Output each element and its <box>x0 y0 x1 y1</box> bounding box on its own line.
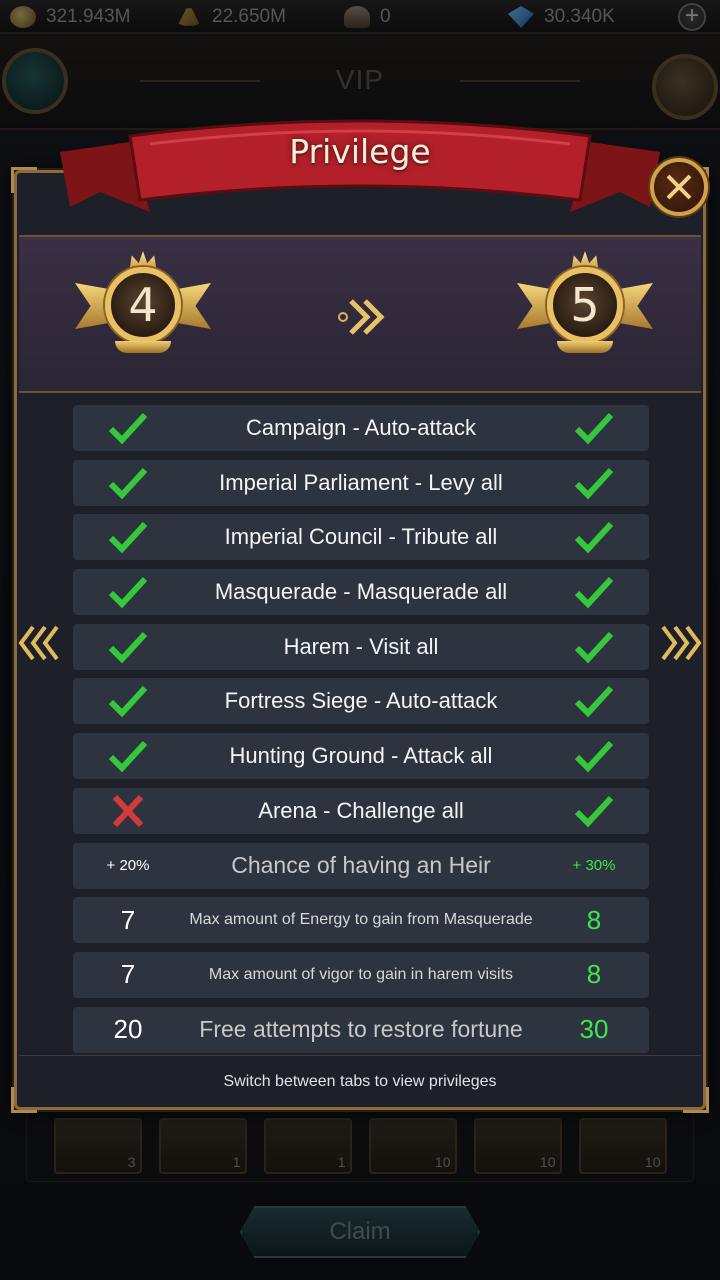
privilege-label: Arena - Challenge all <box>258 797 464 823</box>
next-status <box>539 733 649 779</box>
check-icon <box>574 741 614 773</box>
next-value: 8 <box>586 959 602 990</box>
stat-row: 20 Free attempts to restore fortune 30 <box>73 1006 649 1053</box>
privilege-list: Campaign - Auto-attack Imperial Parliame… <box>73 405 649 1061</box>
stat-label: Chance of having an Heir <box>231 852 491 878</box>
privilege-row: Masquerade - Masquerade all <box>73 569 649 616</box>
previous-tab-arrow-icon[interactable] <box>17 621 61 665</box>
next-status <box>539 460 649 506</box>
check-icon <box>108 522 148 554</box>
next-value: 8 <box>586 904 602 935</box>
check-icon <box>108 467 148 500</box>
current-vip-level: 4 <box>105 267 181 343</box>
privilege-row: Imperial Parliament - Levy all <box>73 459 649 506</box>
stat-row: 7 Max amount of vigor to gain in harem v… <box>73 951 649 998</box>
privilege-row: Campaign - Auto-attack <box>73 405 649 451</box>
next-tab-arrow-icon[interactable] <box>659 621 703 665</box>
check-icon <box>108 741 148 773</box>
privilege-label: Imperial Council - Tribute all <box>224 524 498 550</box>
privilege-row: Fortress Siege - Auto-attack <box>73 678 649 725</box>
stat-label: Free attempts to restore fortune <box>199 1016 523 1043</box>
check-icon <box>108 577 148 609</box>
stat-row: + 20% Chance of having an Heir + 30% <box>73 842 649 889</box>
check-icon <box>108 686 148 718</box>
check-icon <box>574 522 614 554</box>
check-icon <box>574 412 614 445</box>
privilege-modal: 4 5 Campaign - Auto-attack Imperial Parl… <box>11 167 709 1113</box>
next-value: + 30% <box>572 857 616 874</box>
privilege-label: Harem - Visit all <box>283 633 439 659</box>
check-icon <box>108 412 148 445</box>
close-icon <box>666 174 692 200</box>
cross-icon <box>112 794 144 827</box>
badge-base <box>115 341 171 353</box>
close-button[interactable] <box>650 158 708 216</box>
current-vip-badge: 4 <box>75 251 211 369</box>
privilege-row: Imperial Council - Tribute all <box>73 514 649 561</box>
check-icon <box>574 467 614 500</box>
check-icon <box>574 577 614 609</box>
next-status <box>539 624 649 670</box>
privilege-label: Fortress Siege - Auto-attack <box>224 688 498 714</box>
privilege-label: Hunting Ground - Attack all <box>229 743 493 769</box>
next-vip-badge: 5 <box>517 251 653 369</box>
footer-divider <box>19 1055 701 1056</box>
stat-row: 7 Max amount of Energy to gain from Masq… <box>73 897 649 944</box>
privilege-row: Arena - Challenge all <box>73 787 649 834</box>
stat-label: Max amount of Energy to gain from Masque… <box>189 911 533 929</box>
check-icon <box>574 795 614 828</box>
privilege-label: Imperial Parliament - Levy all <box>219 469 503 495</box>
modal-title: Privilege <box>289 132 431 171</box>
next-status <box>539 788 649 834</box>
next-status <box>539 678 649 724</box>
next-vip-level: 5 <box>547 267 623 343</box>
privilege-row: Hunting Ground - Attack all <box>73 733 649 780</box>
privilege-label: Campaign - Auto-attack <box>246 415 476 440</box>
upgrade-arrow-icon <box>338 299 385 335</box>
check-icon <box>108 631 148 664</box>
next-status <box>539 569 649 615</box>
badge-base <box>557 341 613 353</box>
check-icon <box>574 631 614 664</box>
check-icon <box>574 686 614 718</box>
privilege-label: Masquerade - Masquerade all <box>214 579 508 605</box>
footer-hint: Switch between tabs to view privileges <box>223 1073 497 1090</box>
next-status <box>539 405 649 451</box>
next-value: 30 <box>579 1014 609 1045</box>
privilege-row: Harem - Visit all <box>73 623 649 670</box>
vip-level-comparison: 4 5 <box>19 235 701 393</box>
next-status <box>539 514 649 560</box>
stat-label: Max amount of vigor to gain in harem vis… <box>208 965 514 983</box>
